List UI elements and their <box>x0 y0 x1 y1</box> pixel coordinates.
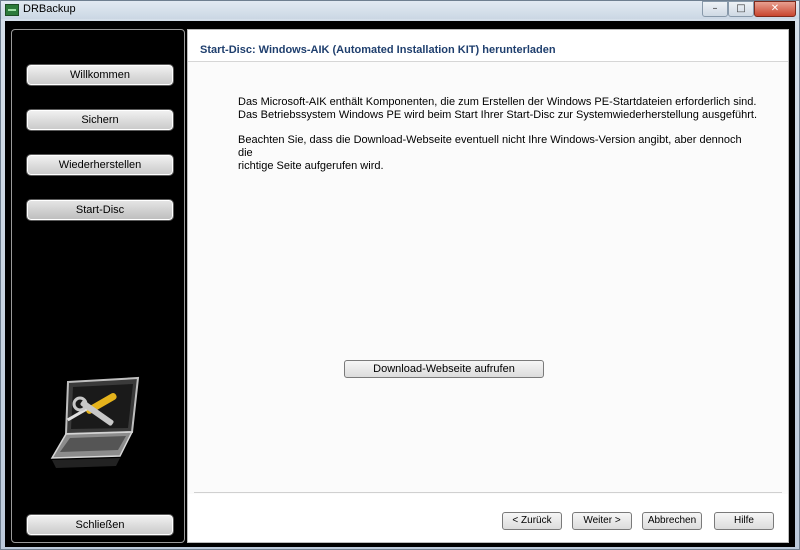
info-line: richtige Seite aufgerufen wird. <box>238 160 384 172</box>
cancel-button[interactable]: Abbrechen <box>642 512 702 530</box>
sidebar-item-wiederherstellen[interactable]: Wiederherstellen <box>26 154 174 176</box>
page-title: Start-Disc: Windows-AIK (Automated Insta… <box>200 44 556 56</box>
drbackup-app-icon <box>5 4 19 16</box>
back-button[interactable]: < Zurück <box>502 512 562 530</box>
minimize-button[interactable]: – <box>702 1 728 17</box>
close-app-label: Schließen <box>75 519 125 531</box>
info-line: Das Betriebssystem Windows PE wird beim … <box>238 109 758 121</box>
client-area: Willkommen Sichern Wiederherstellen Star… <box>5 21 795 547</box>
info-line: Das Microsoft-AIK enthält Komponenten, d… <box>238 96 757 108</box>
sidebar-item-label: Wiederherstellen <box>58 159 142 171</box>
close-app-button[interactable]: Schließen <box>26 514 174 536</box>
page-content: Das Microsoft-AIK enthält Komponenten, d… <box>188 62 788 494</box>
next-button[interactable]: Weiter > <box>572 512 632 530</box>
info-line: Beachten Sie, dass die Download-Webseite… <box>238 134 742 159</box>
sidebar-item-label: Sichern <box>81 114 119 126</box>
sidebar-item-willkommen[interactable]: Willkommen <box>26 64 174 86</box>
info-paragraph-2: Beachten Sie, dass die Download-Webseite… <box>238 134 758 173</box>
sidebar-item-sichern[interactable]: Sichern <box>26 109 174 131</box>
app-window: DRBackup – □ ✕ Willkommen Sichern Wieder… <box>0 0 800 550</box>
info-paragraph-1: Das Microsoft-AIK enthält Komponenten, d… <box>238 96 758 122</box>
window-controls: – □ ✕ <box>702 1 796 17</box>
sidebar: Willkommen Sichern Wiederherstellen Star… <box>11 29 185 543</box>
sidebar-item-label: Start-Disc <box>75 204 125 216</box>
help-button[interactable]: Hilfe <box>714 512 774 530</box>
main-panel: Start-Disc: Windows-AIK (Automated Insta… <box>187 29 789 543</box>
page-header: Start-Disc: Windows-AIK (Automated Insta… <box>188 30 788 62</box>
footer-divider <box>194 492 782 493</box>
close-window-button[interactable]: ✕ <box>754 1 796 17</box>
sidebar-item-start-disc[interactable]: Start-Disc <box>26 199 174 221</box>
title-bar[interactable]: DRBackup – □ ✕ <box>1 1 799 19</box>
laptop-tools-icon <box>50 376 140 468</box>
maximize-button[interactable]: □ <box>728 1 754 17</box>
download-website-button[interactable]: Download-Webseite aufrufen <box>344 360 544 378</box>
window-title: DRBackup <box>23 3 76 15</box>
sidebar-item-label: Willkommen <box>70 69 130 81</box>
